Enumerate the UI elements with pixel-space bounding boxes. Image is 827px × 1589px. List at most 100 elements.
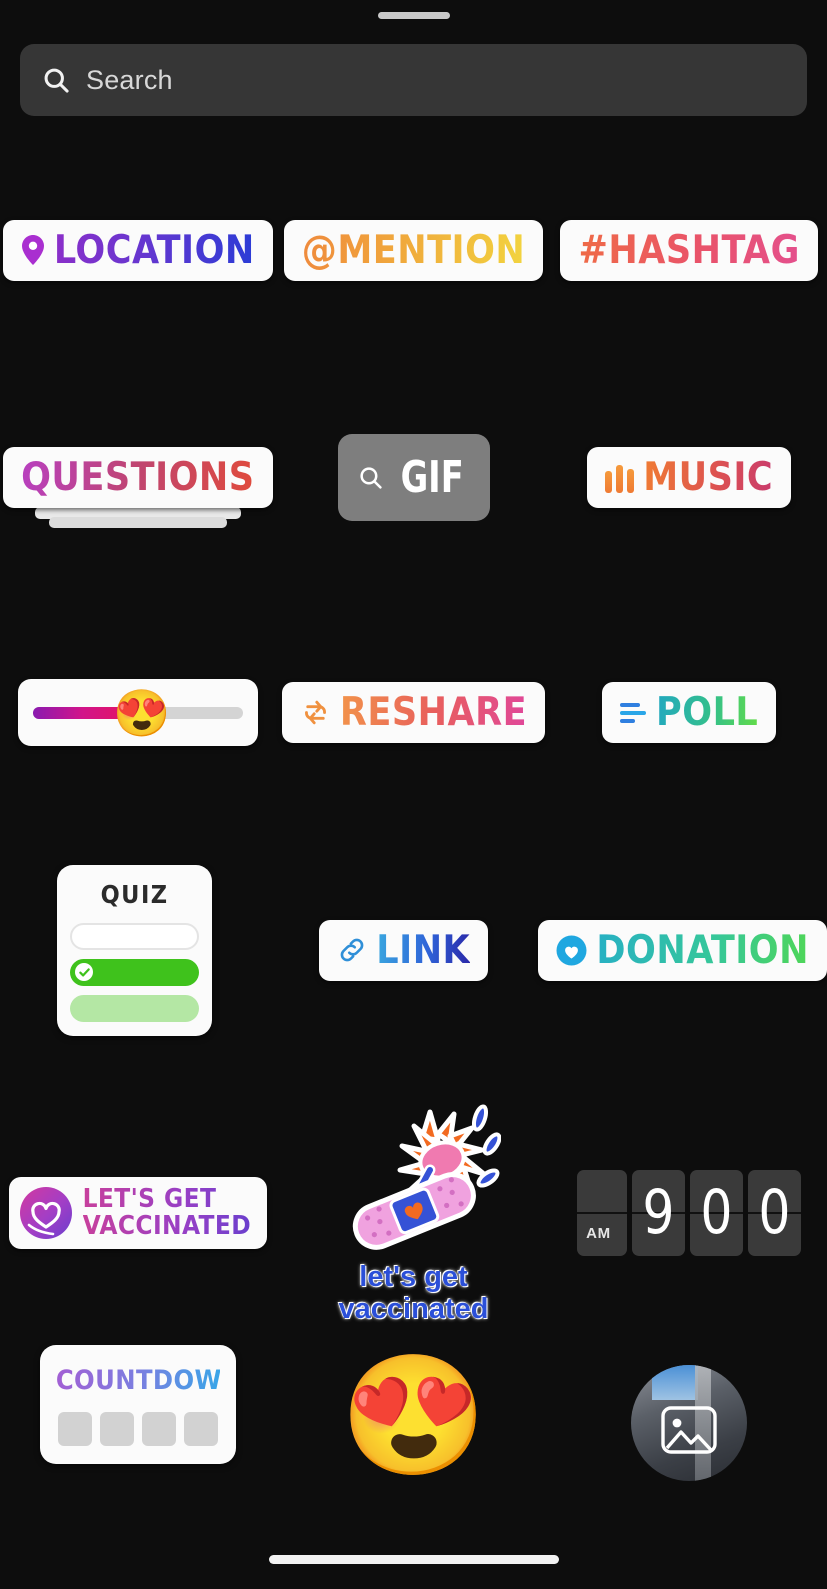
sticker-row-4: QUIZ LINK DONATION	[0, 820, 827, 1080]
countdown-tile	[141, 1412, 176, 1446]
cell-quiz: QUIZ	[0, 864, 269, 1036]
sticker-location-label: LOCATION	[53, 227, 255, 273]
sticker-link-label-wrap: LINK	[376, 931, 470, 970]
search-icon	[358, 465, 383, 490]
cell-questions: QUESTIONS	[0, 447, 276, 528]
vaccinated-flower-line2: vaccinated	[338, 1292, 489, 1325]
sticker-quiz[interactable]: QUIZ	[57, 864, 213, 1036]
music-bars-icon	[605, 463, 635, 493]
questions-card[interactable]: QUESTIONS	[3, 447, 273, 508]
sticker-music-label: MUSIC	[643, 455, 774, 500]
cell-location: LOCATION	[0, 219, 276, 281]
sticker-hashtag-label: #HASHTAG	[578, 227, 800, 273]
sticker-gif[interactable]: GIF	[337, 434, 490, 521]
vaccinated-flower-text: let's get vaccinated	[338, 1261, 489, 1325]
sticker-tray-screen: Search LOCATION @MENTION #HASHTAG QUESTI…	[0, 0, 827, 1589]
heart-badge-icon	[19, 1186, 73, 1240]
sticker-music-label-wrap: MUSIC	[643, 458, 773, 497]
clock-ampm-label: AM	[586, 1224, 611, 1242]
clock-minute-ones: 0	[758, 1177, 791, 1248]
sticker-mention[interactable]: @MENTION	[283, 219, 544, 281]
quiz-option-empty[interactable]	[70, 922, 200, 950]
cell-vaccinated-flower: let's get vaccinated	[276, 1100, 552, 1325]
cell-mention: @MENTION	[276, 219, 552, 281]
vaccinated-flower-line1: let's get	[359, 1261, 468, 1294]
cell-photo	[551, 1345, 827, 1481]
sticker-link-label: LINK	[376, 927, 471, 973]
sticker-location[interactable]: LOCATION	[2, 219, 273, 281]
cell-poll: POLL	[551, 682, 827, 743]
cell-vaccinated-pill: LET'S GET VACCINATED	[0, 1176, 276, 1249]
quiz-title: QUIZ	[100, 879, 169, 909]
sticker-heart-eyes-emoji[interactable]: 😍	[340, 1357, 487, 1475]
cell-reshare: RESHARE	[276, 682, 552, 743]
sticker-reshare-label: RESHARE	[339, 690, 528, 735]
sticker-row-2: QUESTIONS GIF MUSIC	[0, 350, 827, 605]
sticker-hashtag[interactable]: #HASHTAG	[560, 219, 818, 281]
sticker-mention-label-wrap: @MENTION	[302, 231, 526, 270]
sticker-donation[interactable]: DONATION	[538, 919, 827, 981]
sticker-questions-label-wrap: QUESTIONS	[21, 458, 255, 497]
clock-hour: 9	[642, 1177, 675, 1248]
questions-stack-page-2	[48, 517, 227, 528]
clock-minute-ones-tile: 0	[748, 1169, 802, 1256]
cell-link: LINK	[269, 919, 538, 981]
sticker-photo[interactable]	[631, 1365, 748, 1481]
sticker-questions-label: QUESTIONS	[21, 455, 255, 500]
search-input[interactable]: Search	[20, 44, 807, 116]
vaccinated-pill-text: LET'S GET VACCINATED	[83, 1186, 252, 1239]
sticker-link[interactable]: LINK	[319, 919, 489, 981]
bar-list-icon	[620, 701, 647, 725]
sticker-location-label-wrap: LOCATION	[54, 231, 255, 270]
home-indicator	[268, 1555, 559, 1564]
search-icon	[42, 66, 70, 94]
check-icon	[75, 963, 94, 981]
sticker-row-3: 😍 RESHARE POLL	[0, 605, 827, 820]
search-placeholder: Search	[86, 64, 173, 95]
countdown-tile	[183, 1412, 218, 1446]
quiz-option-faded[interactable]	[70, 994, 200, 1022]
cell-big-emoji: 😍	[276, 1345, 552, 1475]
sticker-poll[interactable]: POLL	[602, 682, 777, 743]
sticker-emoji-slider[interactable]: 😍	[17, 679, 258, 746]
vaccinated-pill-line2: VACCINATED	[82, 1210, 252, 1241]
sticker-mention-label: @MENTION	[301, 227, 526, 273]
sticker-row-5: LET'S GET VACCINATED let's get vaccinate…	[0, 1080, 827, 1345]
countdown-label: COUNTDOWN	[55, 1365, 243, 1396]
cell-clock: AM 9 0 0	[551, 1169, 827, 1256]
sticker-gif-label: GIF	[400, 451, 464, 503]
sticker-flip-clock[interactable]: AM 9 0 0	[577, 1169, 802, 1256]
clock-minute-tens: 0	[700, 1177, 733, 1248]
sticker-lets-get-vaccinated-pill[interactable]: LET'S GET VACCINATED	[8, 1176, 268, 1249]
sticker-hashtag-label-wrap: #HASHTAG	[578, 231, 799, 270]
clock-hour-tile: 9	[632, 1169, 686, 1256]
sheet-drag-handle[interactable]	[377, 12, 450, 19]
sticker-reshare[interactable]: RESHARE	[281, 682, 546, 743]
vaccinated-pill-line1: LET'S GET	[83, 1186, 252, 1213]
sticker-reshare-label-wrap: RESHARE	[340, 693, 527, 732]
sticker-row-6: COUNTDOWN 😍	[0, 1345, 827, 1545]
location-pin-icon	[21, 235, 45, 265]
emoji-slider-thumb[interactable]: 😍	[113, 690, 170, 736]
bandage-flower-icon	[326, 1100, 502, 1260]
clock-ampm-tile: AM	[577, 1169, 628, 1256]
cell-hashtag: #HASHTAG	[551, 219, 827, 281]
photo-frame-icon	[661, 1406, 717, 1454]
sticker-music[interactable]: MUSIC	[587, 447, 792, 508]
chain-link-icon	[337, 935, 367, 965]
emoji-slider-track[interactable]: 😍	[32, 690, 243, 736]
cell-gif: GIF	[276, 434, 552, 521]
sticker-countdown[interactable]: COUNTDOWN	[39, 1345, 243, 1464]
quiz-option-correct[interactable]	[70, 958, 200, 986]
sticker-row-1: LOCATION @MENTION #HASHTAG	[0, 150, 827, 350]
cell-music: MUSIC	[551, 447, 827, 508]
heart-pin-icon	[556, 935, 587, 966]
sticker-donation-label-wrap: DONATION	[596, 931, 809, 970]
countdown-tile	[99, 1412, 134, 1446]
sticker-donation-label: DONATION	[596, 927, 809, 973]
sticker-questions[interactable]: QUESTIONS	[3, 447, 273, 528]
cell-emoji-slider: 😍	[0, 679, 276, 746]
cell-donation: DONATION	[538, 919, 827, 981]
recycle-arrows-icon	[300, 697, 331, 728]
sticker-lets-get-vaccinated-flower[interactable]: let's get vaccinated	[326, 1100, 502, 1325]
